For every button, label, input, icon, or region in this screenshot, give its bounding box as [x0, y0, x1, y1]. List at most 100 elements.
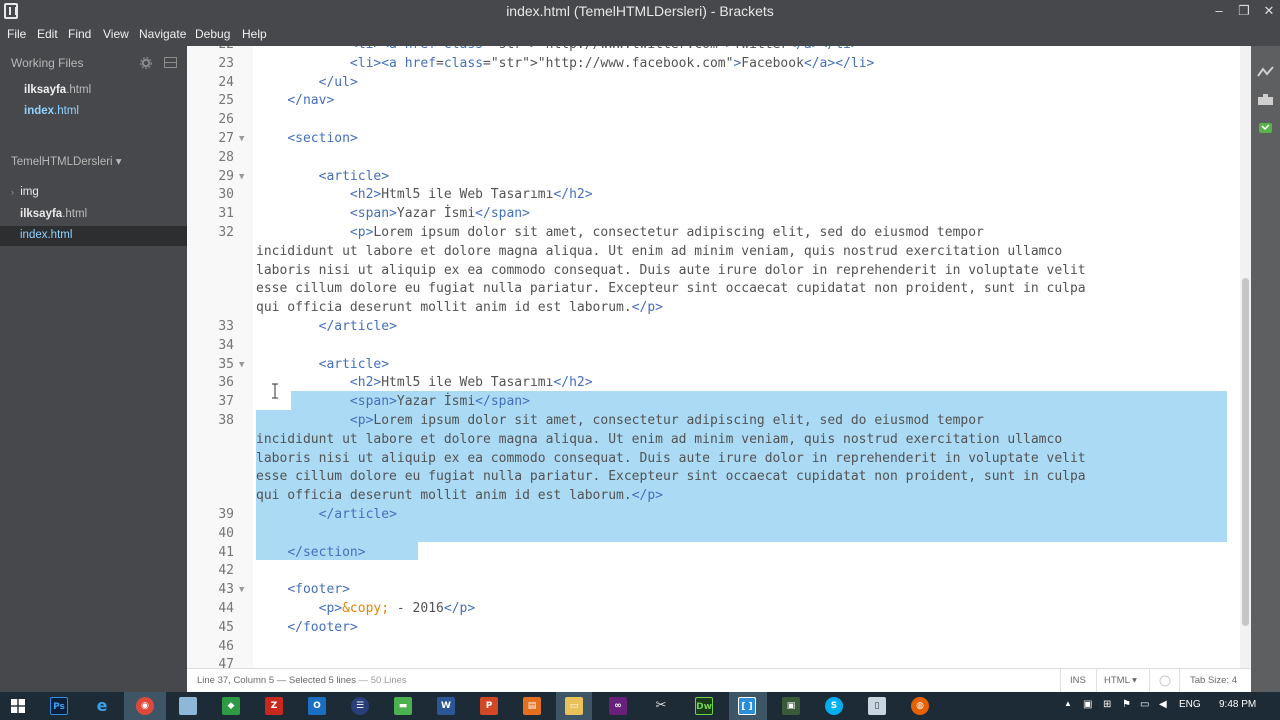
- visual-studio-icon[interactable]: ∞: [609, 697, 627, 715]
- filezilla-icon[interactable]: Z: [265, 697, 283, 715]
- working-file-ilksayfa[interactable]: ilksayfa.html: [24, 84, 91, 96]
- tree-file-ilksayfa[interactable]: ilksayfa.html: [20, 208, 87, 220]
- tray-overflow-icon[interactable]: ▲: [1064, 699, 1072, 708]
- gear-icon[interactable]: [140, 57, 152, 69]
- tree-item-label: index.html: [20, 229, 73, 241]
- linter-status-icon[interactable]: [1159, 675, 1171, 687]
- tray-app-icon[interactable]: ▣: [1083, 699, 1092, 710]
- clock[interactable]: 9:48 PM: [1219, 699, 1256, 710]
- menu-file[interactable]: File: [7, 22, 26, 46]
- close-button[interactable]: ✕: [1258, 2, 1280, 20]
- firefox-icon[interactable]: ◍: [911, 697, 929, 715]
- skype-icon[interactable]: S: [825, 697, 843, 715]
- line-number: 23: [218, 55, 234, 71]
- code-line: <article>: [318, 168, 390, 184]
- code-line: </footer>: [287, 619, 358, 635]
- right-toolbar: [1251, 46, 1280, 692]
- input-language[interactable]: ENG: [1179, 699, 1201, 710]
- code-line: <article>: [318, 356, 390, 372]
- fold-toggle-icon[interactable]: ▼: [239, 356, 244, 375]
- menu-debug[interactable]: Debug: [195, 22, 230, 46]
- photoshop-icon[interactable]: Ps: [50, 697, 68, 715]
- word-icon[interactable]: W: [437, 697, 455, 715]
- fold-toggle-icon[interactable]: ▼: [239, 581, 244, 600]
- live-preview-icon[interactable]: [1257, 66, 1274, 78]
- winrar-icon[interactable]: ▤: [523, 697, 541, 715]
- tree-file-index-selected[interactable]: index.html: [0, 226, 187, 246]
- notepad-icon[interactable]: [179, 697, 197, 715]
- brackets-taskbar-icon[interactable]: [ ]: [738, 697, 756, 715]
- code-editor[interactable]: 22 <li><a href=class="str">"http://www.t…: [187, 46, 1251, 668]
- line-number: 31: [218, 206, 234, 222]
- menu-edit[interactable]: Edit: [37, 22, 58, 46]
- app-screen-icon[interactable]: ▣: [782, 697, 800, 715]
- minimize-button[interactable]: –: [1208, 2, 1230, 20]
- status-divider: [1149, 669, 1150, 692]
- line-number: 32: [218, 225, 234, 240]
- code-line: </section>: [287, 544, 366, 560]
- code-line: <footer>: [287, 582, 350, 598]
- tray-flag-icon[interactable]: ⚑: [1122, 699, 1131, 710]
- game-controller-icon[interactable]: ▬: [394, 697, 412, 715]
- menu-navigate[interactable]: Navigate: [139, 22, 186, 46]
- working-file-ext: .html: [54, 105, 79, 117]
- dreamweaver-icon[interactable]: Dw: [695, 697, 713, 715]
- tab-size-setting[interactable]: Tab Size: 4: [1190, 675, 1237, 686]
- project-title[interactable]: TemelHTMLDersleri ▾: [11, 154, 122, 168]
- media-app-icon[interactable]: ☰: [351, 697, 369, 715]
- working-files-title: Working Files: [11, 56, 84, 70]
- menu-help[interactable]: Help: [242, 22, 267, 46]
- menu-find[interactable]: Find: [68, 22, 91, 46]
- tree-folder-img[interactable]: › img: [11, 186, 39, 198]
- tray-network-icon[interactable]: ⊞: [1103, 699, 1111, 710]
- file-explorer-icon[interactable]: ▭: [565, 697, 583, 715]
- internet-explorer-icon[interactable]: e: [93, 697, 111, 715]
- maximize-button[interactable]: ❐: [1233, 2, 1255, 20]
- tray-monitor-icon[interactable]: ▭: [1140, 699, 1149, 710]
- insert-mode-toggle[interactable]: INS: [1070, 675, 1086, 686]
- code-line: <p>Lorem ipsum dolor sit amet, consectet…: [349, 225, 984, 240]
- tree-item-label: ilksayfa: [20, 208, 63, 220]
- powerpoint-icon[interactable]: P: [480, 697, 498, 715]
- text-cursor-icon: [272, 383, 278, 399]
- tools-icon[interactable]: ✂: [652, 697, 670, 715]
- status-divider: [1060, 669, 1061, 692]
- working-file-index[interactable]: index.html: [24, 105, 79, 117]
- code-line: <p>Lorem ipsum dolor sit amet, consectet…: [349, 413, 984, 428]
- code-line: <span>Yazar İsmi</span>: [349, 394, 530, 410]
- status-divider: [1096, 669, 1097, 692]
- line-number: 43: [218, 582, 234, 598]
- line-number: [187, 468, 234, 487]
- extension-manager-icon[interactable]: [1257, 94, 1274, 106]
- code-line: laboris nisi ut aliquip ex ea commodo co…: [256, 262, 1086, 278]
- code-line: <h2>Html5 ile Web Tasarımı</h2>: [349, 187, 593, 203]
- code-line: laboris nisi ut aliquip ex ea commodo co…: [256, 450, 1086, 466]
- scrollbar-thumb[interactable]: [1242, 278, 1249, 626]
- code-line: <li><a href=class="str">"http://www.twit…: [256, 46, 859, 55]
- code-line: </article>: [318, 319, 397, 334]
- line-number: 36: [218, 375, 234, 391]
- line-number: [187, 487, 234, 506]
- cursor-selection-text: Line 37, Column 5 — Selected 5 lines: [197, 675, 356, 686]
- menu-view[interactable]: View: [103, 22, 129, 46]
- split-view-icon[interactable]: [164, 57, 177, 68]
- fold-toggle-icon[interactable]: ▼: [239, 168, 244, 187]
- chrome-icon[interactable]: ◉: [136, 697, 154, 715]
- line-number: 47: [218, 657, 234, 668]
- outlook-icon[interactable]: O: [308, 697, 326, 715]
- menu-bar: File Edit Find View Navigate Debug Help: [0, 22, 1280, 46]
- app-diamond-icon[interactable]: ◆: [222, 697, 240, 715]
- line-number: 37: [218, 394, 234, 410]
- line-number: 41: [218, 544, 234, 560]
- extension-icon[interactable]: [1257, 122, 1274, 134]
- line-number: [187, 450, 234, 469]
- editor-scrollbar[interactable]: [1240, 46, 1251, 668]
- language-selector[interactable]: HTML ▾: [1104, 675, 1137, 686]
- windows-start-icon[interactable]: [11, 699, 25, 713]
- folder-collapsed-icon: ›: [11, 187, 14, 197]
- code-line: <section>: [287, 131, 358, 146]
- code-line: </nav>: [287, 93, 335, 109]
- fold-toggle-icon[interactable]: ▼: [239, 130, 244, 149]
- document-app-icon[interactable]: ▯: [868, 697, 886, 715]
- tray-volume-icon[interactable]: ◀: [1159, 699, 1167, 710]
